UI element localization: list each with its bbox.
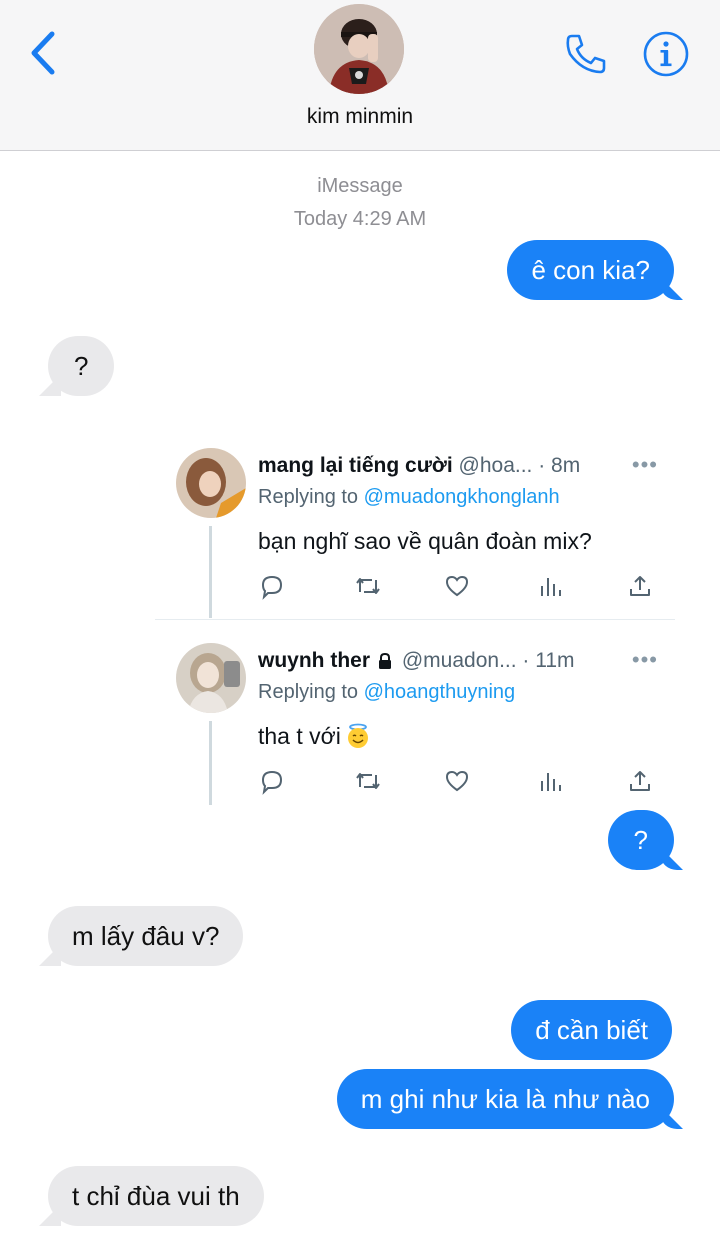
- phone-icon[interactable]: [562, 30, 610, 78]
- tweet-actions: [258, 572, 658, 602]
- message-text: ?: [74, 351, 89, 381]
- reply-icon[interactable]: [258, 767, 286, 795]
- message-timestamp: Today 4:29 AM: [293, 208, 427, 230]
- more-options-icon[interactable]: •••: [632, 452, 658, 478]
- retweet-icon[interactable]: [354, 572, 382, 600]
- share-icon[interactable]: [626, 572, 654, 600]
- thread-line: [209, 721, 212, 805]
- back-chevron-icon[interactable]: [26, 28, 66, 78]
- replying-to: Replying to @hoangthuyning: [258, 681, 515, 704]
- contact-avatar[interactable]: [314, 4, 404, 94]
- lock-icon: [379, 653, 392, 669]
- embedded-tweet[interactable]: wuynh ther @muadon... · 11m ••• Replying…: [176, 643, 676, 805]
- stats-icon[interactable]: [536, 767, 564, 795]
- info-icon[interactable]: [642, 30, 690, 78]
- stats-icon[interactable]: [536, 572, 564, 600]
- embedded-tweet[interactable]: mang lại tiếng cười @hoa... · 8m ••• Rep…: [176, 448, 676, 618]
- tweet-text: tha t với: [258, 723, 371, 750]
- message-text: đ cần biết: [535, 1015, 648, 1045]
- tweet-time: · 8m: [538, 454, 581, 477]
- tweet-author-name[interactable]: wuynh ther: [258, 649, 370, 672]
- message-text: m lấy đâu v?: [72, 921, 220, 951]
- message-bubble-incoming[interactable]: ?: [48, 336, 115, 396]
- message-bubble-incoming[interactable]: m lấy đâu v?: [48, 906, 244, 966]
- contact-photo: [314, 4, 404, 94]
- share-icon[interactable]: [626, 767, 654, 795]
- tweet-actions: [258, 767, 658, 797]
- tweet-text: bạn nghĩ sao về quân đoàn mix?: [258, 528, 592, 554]
- tweet-avatar-photo: [176, 643, 246, 713]
- tweet-divider: [155, 619, 675, 620]
- message-bubble-outgoing[interactable]: ?: [607, 810, 674, 870]
- retweet-icon[interactable]: [354, 767, 382, 795]
- message-bubble-outgoing[interactable]: m ghi như kia là như nào: [336, 1069, 674, 1129]
- service-label: iMessage: [317, 175, 403, 197]
- replying-to: Replying to @muadongkhonglanh: [258, 486, 560, 509]
- tweet-author-name[interactable]: mang lại tiếng cười: [258, 454, 453, 477]
- tweet-avatar[interactable]: [176, 643, 246, 713]
- smiling-face-with-halo-icon: [347, 723, 368, 748]
- message-text: t chỉ đùa vui th: [72, 1181, 240, 1211]
- replying-prefix: Replying to: [258, 681, 364, 703]
- mention-link[interactable]: @hoangthuyning: [364, 681, 516, 703]
- replying-prefix: Replying to: [258, 486, 364, 508]
- message-bubble-incoming[interactable]: t chỉ đùa vui th: [48, 1166, 264, 1226]
- reply-icon[interactable]: [258, 572, 286, 600]
- message-bubble-outgoing[interactable]: đ cần biết: [511, 1000, 672, 1060]
- tweet-header: wuynh ther @muadon... · 11m: [258, 649, 575, 673]
- message-text: m ghi như kia là như nào: [360, 1084, 650, 1114]
- like-icon[interactable]: [443, 767, 471, 795]
- tweet-avatar[interactable]: [176, 448, 246, 518]
- conversation-header: kim minmin: [0, 0, 720, 151]
- tweet-time: · 11m: [522, 649, 575, 672]
- tweet-text-content: tha t với: [258, 723, 341, 749]
- message-text: ?: [633, 825, 648, 855]
- tweet-header: mang lại tiếng cười @hoa... · 8m: [258, 454, 580, 478]
- tweet-avatar-photo: [176, 448, 246, 518]
- thread-line: [209, 526, 212, 618]
- tweet-handle: @muadon...: [401, 649, 517, 672]
- more-options-icon[interactable]: •••: [632, 647, 658, 673]
- mention-link[interactable]: @muadongkhonglanh: [364, 486, 560, 508]
- message-bubble-outgoing[interactable]: ê con kia?: [507, 240, 674, 300]
- contact-name[interactable]: kim minmin: [0, 105, 720, 129]
- like-icon[interactable]: [443, 572, 471, 600]
- tweet-handle: @hoa...: [458, 454, 533, 477]
- message-text: ê con kia?: [531, 255, 650, 285]
